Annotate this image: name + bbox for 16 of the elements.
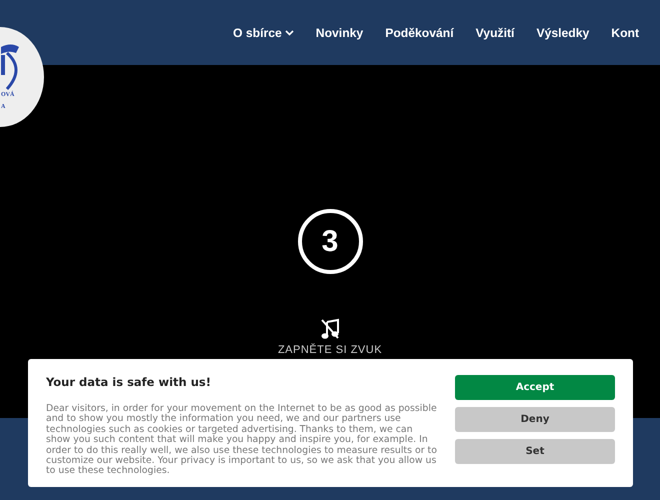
dialog-text: Dear visitors, in order for your movement on the Internet to be as good as possible and to show you mostly the information you need, we and our partners use technologies such as cookies or targeted advertising. Thanks to them, we can show you such content that will make you happy and inspire you, for example. In order to do this really well, we also use these technologies to measure results or to customize our website. Your privacy is important to us, so we ask that you allow us to use these technologies.: [46, 404, 437, 477]
nav-link[interactable]: Kont: [611, 26, 640, 40]
chevron-icon: [284, 30, 294, 36]
nav-link[interactable]: Poděkování: [385, 26, 454, 40]
dialog-title: Your data is safe with us!: [46, 375, 212, 389]
accept-button[interactable]: Accept: [455, 375, 615, 400]
countdown-number: 3: [298, 209, 362, 274]
music-off-icon: [320, 318, 340, 340]
nav-link[interactable]: Využití: [476, 26, 514, 40]
emblem-drawing: [1, 43, 21, 91]
dialog-button[interactable]: Set: [455, 439, 615, 464]
sound-prompt: ZAPNĚTE SI ZVUK: [278, 344, 382, 356]
nav-link[interactable]: O sbírce: [233, 26, 294, 40]
nav-link[interactable]: Výsledky: [536, 26, 590, 40]
nav-link[interactable]: Novinky: [316, 26, 364, 40]
dialog-button[interactable]: Deny: [455, 407, 615, 432]
